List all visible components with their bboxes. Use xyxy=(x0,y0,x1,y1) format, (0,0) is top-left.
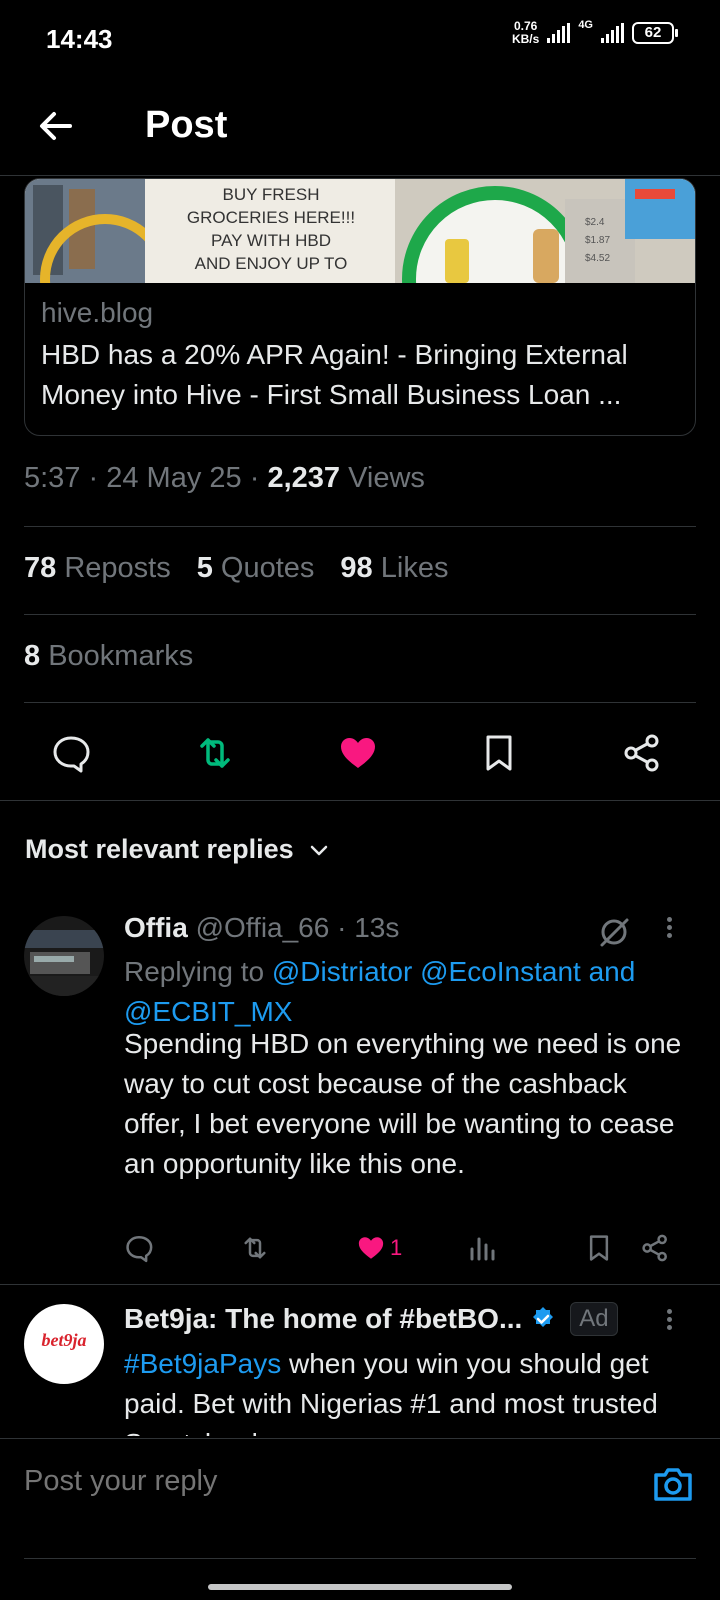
page-title: Post xyxy=(145,104,228,146)
likes-stat[interactable]: 98 Likes xyxy=(340,552,448,585)
author-name[interactable]: Offia xyxy=(124,912,188,943)
author-handle[interactable]: @Offia_66 xyxy=(196,912,330,943)
svg-text:$2.4: $2.4 xyxy=(585,217,605,228)
views-icon[interactable] xyxy=(468,1232,496,1264)
more-options-icon[interactable] xyxy=(664,1306,674,1336)
bookmark-icon[interactable] xyxy=(478,732,520,774)
hashtag-link[interactable]: #Bet9jaPays xyxy=(124,1348,281,1379)
chevron-down-icon xyxy=(310,845,327,855)
heart-icon[interactable] xyxy=(337,732,379,774)
svg-text:$4.52: $4.52 xyxy=(585,253,610,264)
status-bar: 14:43 0.76 KB/s 4G 62 xyxy=(0,0,720,80)
replying-to: Replying to @Distriator @EcoInstant and … xyxy=(124,956,636,1027)
link-domain: hive.blog xyxy=(41,297,154,328)
reply-author-line: Offia @Offia_66 · 13s xyxy=(124,912,400,943)
link-preview-card[interactable]: $2.4 $1.87 $4.52 BUY FRESH GROCERIES HERE!… xyxy=(24,178,696,436)
like-count: 1 xyxy=(390,1235,403,1260)
verified-badge-icon xyxy=(533,1307,554,1327)
share-icon[interactable] xyxy=(621,732,663,774)
battery-icon: 62 xyxy=(632,22,678,44)
top-app-bar: Post xyxy=(0,86,720,176)
link-title: HBD has a 20% APR Again! - Bringing Exte… xyxy=(41,339,628,410)
divider xyxy=(24,614,696,615)
reposts-stat[interactable]: 78 Reposts xyxy=(24,552,171,585)
grok-icon[interactable] xyxy=(596,914,632,950)
ad-badge: Ad xyxy=(570,1302,618,1336)
signal-icon-2 xyxy=(601,23,624,43)
engagement-stats: 78 Reposts 5 Quotes 98 Likes xyxy=(24,552,448,585)
link-preview-image: $2.4 $1.87 $4.52 BUY FRESH GROCERIES HERE!… xyxy=(25,179,695,283)
reply-time: 13s xyxy=(354,912,400,943)
more-options-icon[interactable] xyxy=(664,914,674,944)
heart-icon[interactable]: 1 xyxy=(356,1232,402,1264)
quotes-stat[interactable]: 5 Quotes xyxy=(197,552,315,585)
avatar[interactable] xyxy=(24,916,104,996)
bookmarks-stat[interactable]: 8 Bookmarks xyxy=(24,640,193,673)
ad-author-name[interactable]: Bet9ja: The home of #betBO... xyxy=(124,1303,522,1335)
post-action-bar xyxy=(0,718,720,788)
divider xyxy=(24,526,696,527)
reply-action-bar: 1 xyxy=(124,1232,684,1272)
post-timestamp: 5:37 · 24 May 25 · 2,237 Views xyxy=(24,462,425,494)
ad-avatar[interactable]: bet9ja xyxy=(24,1304,104,1384)
back-arrow-icon[interactable] xyxy=(36,106,76,146)
status-icons: 0.76 KB/s 4G 62 xyxy=(511,18,678,46)
repost-icon[interactable] xyxy=(240,1232,270,1264)
ad-author-line: Bet9ja: The home of #betBO... Ad xyxy=(124,1302,618,1336)
share-icon[interactable] xyxy=(640,1232,670,1264)
divider xyxy=(0,800,720,801)
replies-sort-dropdown[interactable]: Most relevant replies xyxy=(25,834,330,865)
views-count: 2,237 xyxy=(267,462,341,494)
net-speed: 0.76 KB/s xyxy=(511,19,540,46)
gesture-bar[interactable] xyxy=(208,1584,512,1590)
repost-icon[interactable] xyxy=(194,732,236,774)
signal-icon xyxy=(547,23,571,43)
svg-text:$1.87: $1.87 xyxy=(585,235,610,246)
divider xyxy=(24,702,696,703)
bookmark-icon[interactable] xyxy=(584,1232,614,1264)
reply-icon[interactable] xyxy=(124,1232,154,1264)
reply-text: Spending HBD on everything we need is on… xyxy=(124,1028,682,1179)
divider xyxy=(0,1284,720,1285)
network-type: 4G xyxy=(578,18,593,31)
reply-input[interactable] xyxy=(24,1465,584,1498)
reply-composer xyxy=(0,1438,720,1534)
reply-icon[interactable] xyxy=(50,732,92,774)
divider xyxy=(24,1558,696,1559)
camera-icon[interactable] xyxy=(652,1463,694,1505)
ad-text: #Bet9jaPays when you win you should get … xyxy=(124,1348,658,1436)
status-time: 14:43 xyxy=(46,24,113,54)
